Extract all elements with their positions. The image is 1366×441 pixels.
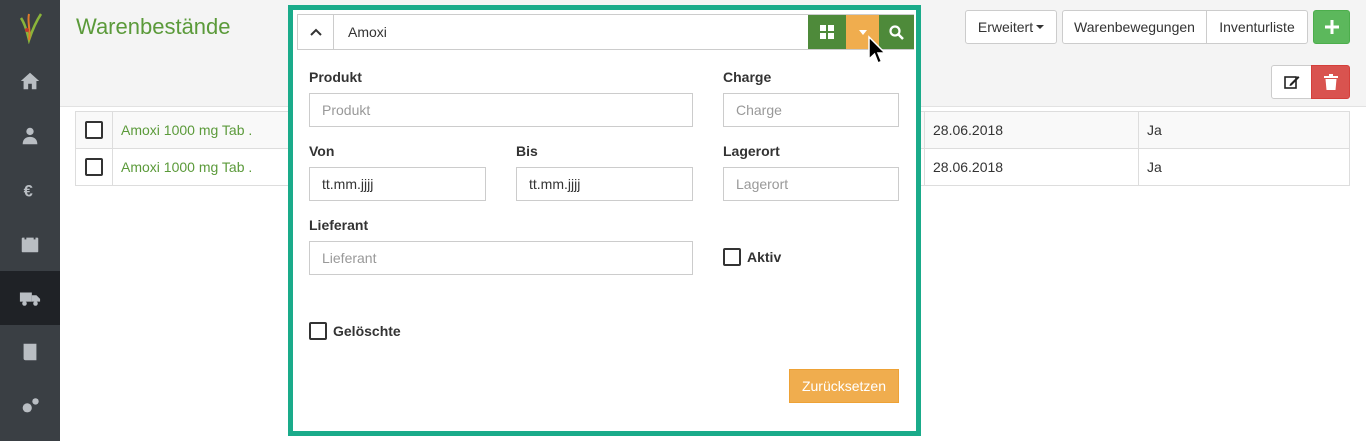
mouse-cursor-icon — [868, 35, 887, 64]
nav-item-settings[interactable] — [0, 379, 60, 433]
geloeschte-checkbox-label: Gelöschte — [333, 323, 401, 339]
calendar-icon — [21, 234, 39, 253]
aktiv-checkbox-label: Aktiv — [747, 249, 782, 265]
nav-item-finance[interactable]: € — [0, 163, 60, 217]
geloeschte-checkbox[interactable]: Gelöschte — [309, 322, 401, 340]
nav-item-home[interactable] — [0, 54, 60, 108]
nav-item-book[interactable] — [0, 325, 60, 379]
truck-icon — [19, 292, 41, 306]
nav-item-calendar[interactable] — [0, 217, 60, 271]
lagerort-label: Lagerort — [723, 143, 780, 159]
geloeschte-checkbox-box[interactable] — [309, 322, 327, 340]
product-link[interactable]: Amoxi 1000 mg Tab . — [121, 122, 252, 138]
filter-popup: Amoxi Produkt Produkt Charge Charge Von … — [288, 5, 921, 436]
page-title: Warenbestände — [76, 14, 231, 39]
active-cell: Ja — [1138, 111, 1350, 149]
home-icon — [20, 72, 40, 90]
lieferant-input[interactable]: Lieferant — [309, 241, 693, 275]
grid-view-button[interactable] — [808, 15, 846, 49]
logo-icon — [19, 13, 43, 44]
erweitert-dropdown-button[interactable]: Erweitert — [965, 10, 1057, 44]
charge-input[interactable]: Charge — [723, 93, 899, 127]
search-icon — [889, 24, 904, 40]
product-link[interactable]: Amoxi 1000 mg Tab . — [121, 159, 252, 175]
warenbewegungen-button[interactable]: Warenbewegungen — [1062, 10, 1207, 44]
bis-date-input[interactable]: tt.mm.jjjj — [516, 167, 693, 201]
lieferant-label: Lieferant — [309, 217, 369, 233]
nav-item-inventory[interactable] — [0, 271, 60, 325]
add-button[interactable] — [1313, 10, 1350, 44]
svg-text:€: € — [24, 182, 33, 200]
delete-button[interactable] — [1311, 65, 1350, 99]
bis-label: Bis — [516, 143, 538, 159]
euro-icon: € — [24, 182, 33, 200]
active-cell: Ja — [1138, 148, 1350, 186]
aktiv-checkbox-box[interactable] — [723, 248, 741, 266]
row-checkbox[interactable] — [85, 158, 103, 177]
row-checkbox[interactable] — [85, 121, 103, 140]
von-label: Von — [309, 143, 335, 159]
charge-label: Charge — [723, 69, 772, 85]
von-date-input[interactable]: tt.mm.jjjj — [309, 167, 486, 201]
patients-icon — [22, 127, 38, 145]
app-logo[interactable] — [0, 0, 60, 54]
nav-item-patients[interactable] — [0, 109, 60, 163]
sidebar: € — [0, 0, 60, 441]
erweitert-label: Erweitert — [977, 19, 1034, 35]
grid-icon — [820, 25, 834, 39]
produkt-input[interactable]: Produkt — [309, 93, 693, 127]
caret-down-icon — [1036, 25, 1045, 29]
edit-button[interactable] — [1271, 65, 1312, 99]
chevron-up-icon — [309, 28, 322, 36]
search-input[interactable]: Amoxi — [348, 15, 387, 49]
reset-button[interactable]: Zurücksetzen — [789, 369, 899, 403]
trash-icon — [1323, 74, 1338, 90]
collapse-button[interactable] — [298, 15, 334, 49]
produkt-label: Produkt — [309, 69, 362, 85]
book-icon — [23, 343, 37, 361]
search-bar: Amoxi — [297, 14, 914, 50]
date-cell: 28.06.2018 — [924, 111, 1139, 149]
plus-icon — [1324, 20, 1339, 34]
edit-icon — [1283, 76, 1299, 89]
lagerort-input[interactable]: Lagerort — [723, 167, 899, 201]
aktiv-checkbox[interactable]: Aktiv — [723, 248, 781, 266]
date-cell: 28.06.2018 — [924, 148, 1139, 186]
settings-icon — [22, 398, 39, 413]
caret-down-icon — [858, 29, 867, 35]
inventurliste-button[interactable]: Inventurliste — [1206, 10, 1308, 44]
